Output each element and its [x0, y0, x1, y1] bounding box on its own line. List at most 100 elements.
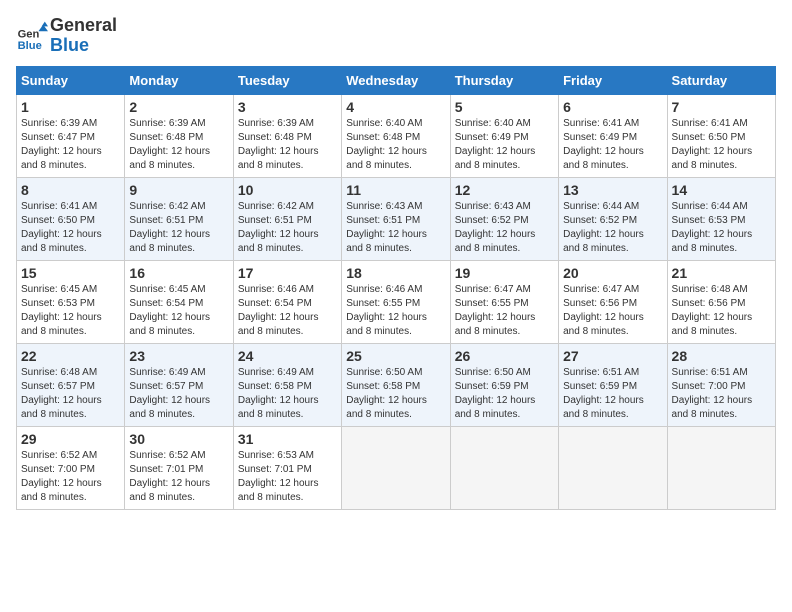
calendar-cell: 17Sunrise: 6:46 AMSunset: 6:54 PMDayligh… — [233, 260, 341, 343]
weekday-header-thursday: Thursday — [450, 66, 558, 94]
svg-text:Blue: Blue — [18, 40, 42, 52]
day-info: Sunrise: 6:44 AMSunset: 6:53 PMDaylight:… — [672, 200, 771, 256]
calendar-cell: 18 Sunrise: 6:46 AMSunset: 6:55 PMDayligh… — [342, 260, 450, 343]
calendar-cell: 28Sunrise: 6:51 AMSunset: 7:00 PMDayligh… — [667, 343, 775, 426]
day-number: 11 — [346, 182, 445, 198]
day-number: 17 — [238, 265, 337, 281]
day-number: 29 — [21, 431, 120, 447]
day-number: 10 — [238, 182, 337, 198]
calendar-cell: 31Sunrise: 6:53 AMSunset: 7:01 PMDayligh… — [233, 426, 341, 509]
weekday-header-wednesday: Wednesday — [342, 66, 450, 94]
day-number: 25 — [346, 348, 445, 364]
day-number: 30 — [129, 431, 228, 447]
logo-line2: Blue — [50, 36, 117, 56]
day-number: 13 — [563, 182, 662, 198]
svg-text:Gen: Gen — [18, 28, 40, 40]
calendar-cell: 12Sunrise: 6:43 AMSunset: 6:52 PMDayligh… — [450, 177, 558, 260]
calendar-table: SundayMondayTuesdayWednesdayThursdayFrid… — [16, 66, 776, 510]
calendar-cell: 14 Sunrise: 6:44 AMSunset: 6:53 PMDayligh… — [667, 177, 775, 260]
calendar-cell: 3 Sunrise: 6:39 AMSunset: 6:48 PMDaylight… — [233, 94, 341, 177]
day-info: Sunrise: 6:51 AMSunset: 6:59 PMDaylight:… — [563, 366, 662, 422]
day-number: 22 — [21, 348, 120, 364]
calendar-cell: 1 Sunrise: 6:39 AMSunset: 6:47 PMDaylight… — [17, 94, 125, 177]
calendar-cell: 26 Sunrise: 6:50 AMSunset: 6:59 PMDayligh… — [450, 343, 558, 426]
day-info: Sunrise: 6:43 AMSunset: 6:51 PMDaylight:… — [346, 200, 445, 256]
day-number: 6 — [563, 99, 662, 115]
day-info: Sunrise: 6:47 AMSunset: 6:56 PMDaylight:… — [563, 283, 662, 339]
calendar-cell: 9 Sunrise: 6:42 AMSunset: 6:51 PMDaylight… — [125, 177, 233, 260]
day-info: Sunrise: 6:41 AMSunset: 6:49 PMDaylight:… — [563, 117, 662, 173]
day-number: 7 — [672, 99, 771, 115]
day-number: 15 — [21, 265, 120, 281]
day-number: 28 — [672, 348, 771, 364]
day-number: 20 — [563, 265, 662, 281]
calendar-cell: 24 Sunrise: 6:49 AMSunset: 6:58 PMDayligh… — [233, 343, 341, 426]
day-info: Sunrise: 6:40 AMSunset: 6:48 PMDaylight:… — [346, 117, 445, 173]
calendar-cell — [559, 426, 667, 509]
day-number: 8 — [21, 182, 120, 198]
day-info: Sunrise: 6:49 AMSunset: 6:57 PMDaylight:… — [129, 366, 228, 422]
logo-icon: Gen Blue — [16, 20, 48, 52]
day-info: Sunrise: 6:39 AMSunset: 6:47 PMDaylight:… — [21, 117, 120, 173]
day-number: 3 — [238, 99, 337, 115]
day-info: Sunrise: 6:49 AMSunset: 6:58 PMDaylight:… — [238, 366, 337, 422]
calendar-cell: 27 Sunrise: 6:51 AMSunset: 6:59 PMDayligh… — [559, 343, 667, 426]
calendar-cell: 25 Sunrise: 6:50 AMSunset: 6:58 PMDayligh… — [342, 343, 450, 426]
day-number: 24 — [238, 348, 337, 364]
weekday-header-friday: Friday — [559, 66, 667, 94]
calendar-cell: 16 Sunrise: 6:45 AMSunset: 6:54 PMDayligh… — [125, 260, 233, 343]
calendar-cell: 7 Sunrise: 6:41 AMSunset: 6:50 PMDaylight… — [667, 94, 775, 177]
day-info: Sunrise: 6:48 AMSunset: 6:56 PMDaylight:… — [672, 283, 771, 339]
calendar-cell: 2Sunrise: 6:39 AMSunset: 6:48 PMDaylight… — [125, 94, 233, 177]
day-info: Sunrise: 6:53 AMSunset: 7:01 PMDaylight:… — [238, 449, 337, 505]
calendar-week-5: 29Sunrise: 6:52 AMSunset: 7:00 PMDayligh… — [17, 426, 776, 509]
day-info: Sunrise: 6:46 AMSunset: 6:55 PMDaylight:… — [346, 283, 445, 339]
calendar-cell: 21 Sunrise: 6:48 AMSunset: 6:56 PMDayligh… — [667, 260, 775, 343]
day-number: 4 — [346, 99, 445, 115]
day-info: Sunrise: 6:41 AMSunset: 6:50 PMDaylight:… — [672, 117, 771, 173]
day-info: Sunrise: 6:48 AMSunset: 6:57 PMDaylight:… — [21, 366, 120, 422]
calendar-week-4: 22 Sunrise: 6:48 AMSunset: 6:57 PMDayligh… — [17, 343, 776, 426]
day-number: 16 — [129, 265, 228, 281]
calendar-cell — [667, 426, 775, 509]
day-number: 9 — [129, 182, 228, 198]
weekday-header-saturday: Saturday — [667, 66, 775, 94]
calendar-cell: 23 Sunrise: 6:49 AMSunset: 6:57 PMDayligh… — [125, 343, 233, 426]
day-number: 19 — [455, 265, 554, 281]
calendar-cell: 22 Sunrise: 6:48 AMSunset: 6:57 PMDayligh… — [17, 343, 125, 426]
calendar-cell: 20 Sunrise: 6:47 AMSunset: 6:56 PMDayligh… — [559, 260, 667, 343]
calendar-week-2: 8 Sunrise: 6:41 AMSunset: 6:50 PMDaylight… — [17, 177, 776, 260]
day-info: Sunrise: 6:47 AMSunset: 6:55 PMDaylight:… — [455, 283, 554, 339]
day-info: Sunrise: 6:41 AMSunset: 6:50 PMDaylight:… — [21, 200, 120, 256]
day-number: 21 — [672, 265, 771, 281]
day-info: Sunrise: 6:50 AMSunset: 6:58 PMDaylight:… — [346, 366, 445, 422]
day-info: Sunrise: 6:42 AMSunset: 6:51 PMDaylight:… — [129, 200, 228, 256]
day-number: 18 — [346, 265, 445, 281]
day-info: Sunrise: 6:50 AMSunset: 6:59 PMDaylight:… — [455, 366, 554, 422]
calendar-week-1: 1 Sunrise: 6:39 AMSunset: 6:47 PMDaylight… — [17, 94, 776, 177]
calendar-cell — [450, 426, 558, 509]
calendar-cell: 10Sunrise: 6:42 AMSunset: 6:51 PMDayligh… — [233, 177, 341, 260]
weekday-header-tuesday: Tuesday — [233, 66, 341, 94]
day-number: 1 — [21, 99, 120, 115]
day-number: 23 — [129, 348, 228, 364]
calendar-cell: 19 Sunrise: 6:47 AMSunset: 6:55 PMDayligh… — [450, 260, 558, 343]
calendar-header-row: SundayMondayTuesdayWednesdayThursdayFrid… — [17, 66, 776, 94]
calendar-week-3: 15Sunrise: 6:45 AMSunset: 6:53 PMDayligh… — [17, 260, 776, 343]
day-info: Sunrise: 6:45 AMSunset: 6:54 PMDaylight:… — [129, 283, 228, 339]
day-number: 27 — [563, 348, 662, 364]
calendar-cell: 5Sunrise: 6:40 AMSunset: 6:49 PMDaylight… — [450, 94, 558, 177]
calendar-cell — [342, 426, 450, 509]
calendar-cell: 30Sunrise: 6:52 AMSunset: 7:01 PMDayligh… — [125, 426, 233, 509]
calendar-cell: 15Sunrise: 6:45 AMSunset: 6:53 PMDayligh… — [17, 260, 125, 343]
day-number: 14 — [672, 182, 771, 198]
calendar-cell: 11 Sunrise: 6:43 AMSunset: 6:51 PMDayligh… — [342, 177, 450, 260]
day-number: 26 — [455, 348, 554, 364]
calendar-cell: 13Sunrise: 6:44 AMSunset: 6:52 PMDayligh… — [559, 177, 667, 260]
calendar-cell: 4 Sunrise: 6:40 AMSunset: 6:48 PMDaylight… — [342, 94, 450, 177]
day-info: Sunrise: 6:39 AMSunset: 6:48 PMDaylight:… — [238, 117, 337, 173]
logo: Gen Blue General Blue — [16, 16, 117, 56]
day-info: Sunrise: 6:39 AMSunset: 6:48 PMDaylight:… — [129, 117, 228, 173]
calendar-cell: 8 Sunrise: 6:41 AMSunset: 6:50 PMDaylight… — [17, 177, 125, 260]
weekday-header-monday: Monday — [125, 66, 233, 94]
